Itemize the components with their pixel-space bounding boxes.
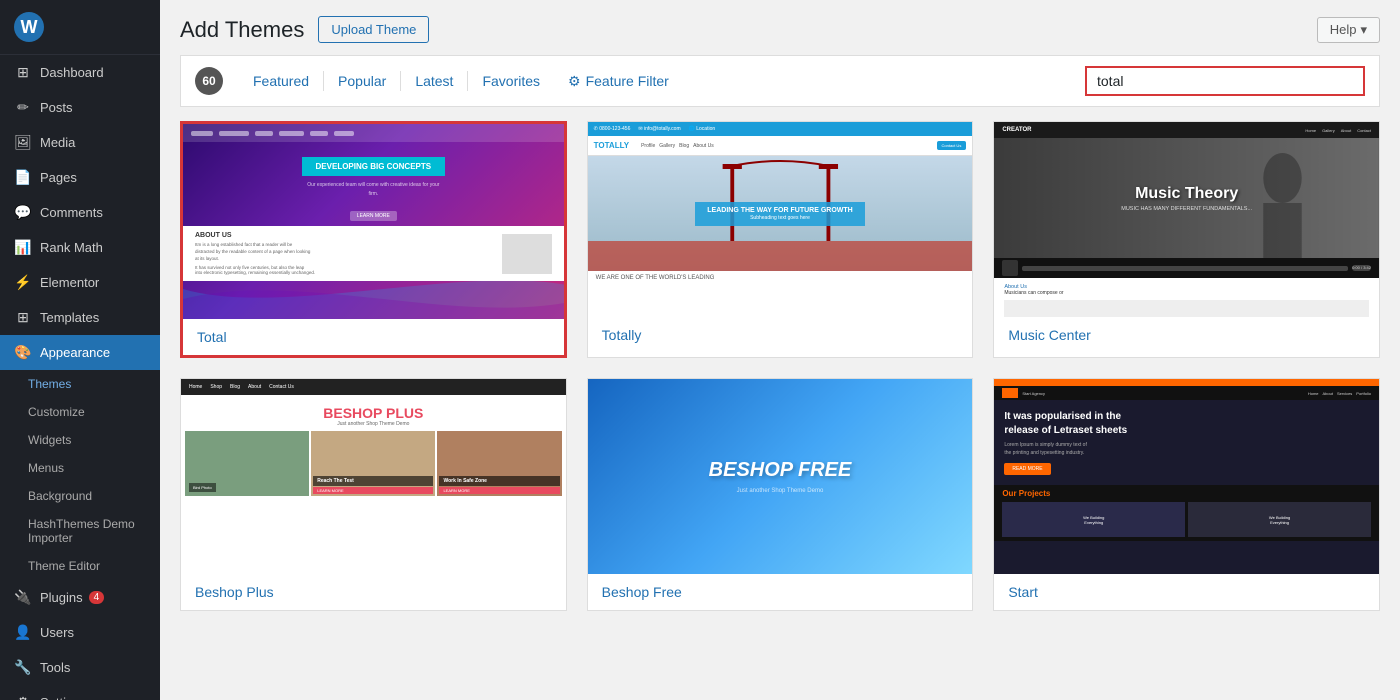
sidebar: W ⊞ Dashboard ✏ Posts 🖼 Media 📄 Pages 💬 …	[0, 0, 160, 700]
theme-grid: DEVELOPING BIG CONCEPTS Our experienced …	[160, 107, 1400, 700]
theme-name-total: Total	[183, 319, 564, 355]
tab-latest[interactable]: Latest	[401, 71, 468, 91]
sidebar-item-elementor[interactable]: ⚡ Elementor	[0, 265, 160, 300]
tab-favorites[interactable]: Favorites	[468, 71, 554, 91]
sidebar-sub-item-widgets[interactable]: Widgets	[0, 426, 160, 454]
sidebar-item-appearance[interactable]: 🎨 Appearance	[0, 335, 160, 370]
theme-name-start: Start	[994, 574, 1379, 610]
theme-name-music-center: Music Center	[994, 317, 1379, 353]
tools-icon: 🔧	[14, 659, 32, 676]
sidebar-item-label: Tools	[40, 660, 70, 675]
sidebar-item-label: Comments	[40, 205, 103, 220]
chevron-down-icon: ▾	[1360, 22, 1367, 38]
sidebar-item-tools[interactable]: 🔧 Tools	[0, 650, 160, 685]
theme-name-link-totally[interactable]: Totally	[602, 327, 642, 343]
theme-thumbnail-totally: ✆ 0800-123-456✉ info@totally.com🌐 Locati…	[588, 122, 973, 317]
theme-thumbnail-beshop-free: BESHOP FREE Just another Shop Theme Demo	[588, 379, 973, 574]
sidebar-item-settings[interactable]: ⚙ Settings	[0, 685, 160, 700]
sidebar-item-label: Plugins	[40, 590, 83, 605]
sidebar-sub-item-themes[interactable]: Themes	[0, 370, 160, 398]
users-icon: 👤	[14, 624, 32, 641]
sidebar-item-plugins[interactable]: 🔌 Plugins 4	[0, 580, 160, 615]
theme-name-link-beshop-free[interactable]: Beshop Free	[602, 584, 682, 600]
theme-card-beshop-free[interactable]: BESHOP FREE Just another Shop Theme Demo…	[587, 378, 974, 611]
media-icon: 🖼	[14, 134, 32, 151]
tab-popular[interactable]: Popular	[324, 71, 401, 91]
theme-name-link-music[interactable]: Music Center	[1008, 327, 1090, 343]
plugins-badge: 4	[89, 591, 105, 604]
tab-bar: 60 Featured Popular Latest Favorites ⚙ F…	[180, 55, 1380, 107]
feature-filter-button[interactable]: ⚙ Feature Filter	[554, 71, 683, 92]
theme-search-input[interactable]	[1085, 66, 1365, 96]
page-title-area: Add Themes Upload Theme	[180, 16, 429, 43]
sidebar-item-label: Pages	[40, 170, 77, 185]
sidebar-item-label: Rank Math	[40, 240, 103, 255]
sidebar-item-rankmath[interactable]: 📊 Rank Math	[0, 230, 160, 265]
sidebar-item-pages[interactable]: 📄 Pages	[0, 160, 160, 195]
pages-icon: 📄	[14, 169, 32, 186]
sidebar-item-label: Elementor	[40, 275, 99, 290]
elementor-icon: ⚡	[14, 274, 32, 291]
theme-thumbnail-total: DEVELOPING BIG CONCEPTS Our experienced …	[183, 124, 564, 319]
sidebar-item-label: Settings	[40, 695, 87, 700]
theme-name-link-beshop-plus[interactable]: Beshop Plus	[195, 584, 274, 600]
sidebar-item-comments[interactable]: 💬 Comments	[0, 195, 160, 230]
tab-featured[interactable]: Featured	[239, 71, 324, 91]
sidebar-item-templates[interactable]: ⊞ Templates	[0, 300, 160, 335]
theme-card-music-center[interactable]: CREATOR Home Gallery About Contact	[993, 121, 1380, 358]
theme-name-beshop-free: Beshop Free	[588, 574, 973, 610]
sidebar-sub-item-background[interactable]: Background	[0, 482, 160, 510]
sidebar-sub-item-hashthemes[interactable]: HashThemes Demo Importer	[0, 510, 160, 552]
theme-thumbnail-music: CREATOR Home Gallery About Contact	[994, 122, 1379, 317]
appearance-icon: 🎨	[14, 344, 32, 361]
theme-name-link-total[interactable]: Total	[197, 329, 227, 345]
theme-name-beshop-plus: Beshop Plus	[181, 574, 566, 610]
upload-theme-button[interactable]: Upload Theme	[318, 16, 429, 43]
sidebar-item-dashboard[interactable]: ⊞ Dashboard	[0, 55, 160, 90]
plugins-icon: 🔌	[14, 589, 32, 606]
gear-icon: ⚙	[568, 73, 581, 90]
templates-icon: ⊞	[14, 309, 32, 326]
sidebar-item-label: Templates	[40, 310, 99, 325]
page-title: Add Themes	[180, 17, 304, 43]
theme-thumbnail-beshop-plus: Home Shop Blog About Contact Us BESHOP P…	[181, 379, 566, 574]
dashboard-icon: ⊞	[14, 64, 32, 81]
theme-count-badge: 60	[195, 67, 223, 95]
sidebar-sub-item-theme-editor[interactable]: Theme Editor	[0, 552, 160, 580]
sidebar-item-label: Media	[40, 135, 75, 150]
theme-name-totally: Totally	[588, 317, 973, 353]
sidebar-sub-item-customize[interactable]: Customize	[0, 398, 160, 426]
sidebar-logo: W	[0, 0, 160, 55]
theme-card-start[interactable]: Start Agency Home About Services Portfol…	[993, 378, 1380, 611]
theme-card-beshop-plus[interactable]: Home Shop Blog About Contact Us BESHOP P…	[180, 378, 567, 611]
sidebar-sub-item-menus[interactable]: Menus	[0, 454, 160, 482]
sidebar-item-label: Dashboard	[40, 65, 104, 80]
theme-name-link-start[interactable]: Start	[1008, 584, 1038, 600]
posts-icon: ✏	[14, 99, 32, 116]
sidebar-item-media[interactable]: 🖼 Media	[0, 125, 160, 160]
main-content: Add Themes Upload Theme Help ▾ 60 Featur…	[160, 0, 1400, 700]
sidebar-item-users[interactable]: 👤 Users	[0, 615, 160, 650]
wp-logo-icon: W	[14, 12, 44, 42]
sidebar-item-label: Users	[40, 625, 74, 640]
sidebar-item-posts[interactable]: ✏ Posts	[0, 90, 160, 125]
theme-thumbnail-start: Start Agency Home About Services Portfol…	[994, 379, 1379, 574]
rankmath-icon: 📊	[14, 239, 32, 256]
page-header: Add Themes Upload Theme Help ▾	[160, 0, 1400, 43]
help-button[interactable]: Help ▾	[1317, 17, 1380, 43]
settings-icon: ⚙	[14, 694, 32, 700]
comments-icon: 💬	[14, 204, 32, 221]
theme-card-total[interactable]: DEVELOPING BIG CONCEPTS Our experienced …	[180, 121, 567, 358]
sidebar-item-label: Posts	[40, 100, 73, 115]
sidebar-item-label: Appearance	[40, 345, 110, 360]
theme-card-totally[interactable]: ✆ 0800-123-456✉ info@totally.com🌐 Locati…	[587, 121, 974, 358]
